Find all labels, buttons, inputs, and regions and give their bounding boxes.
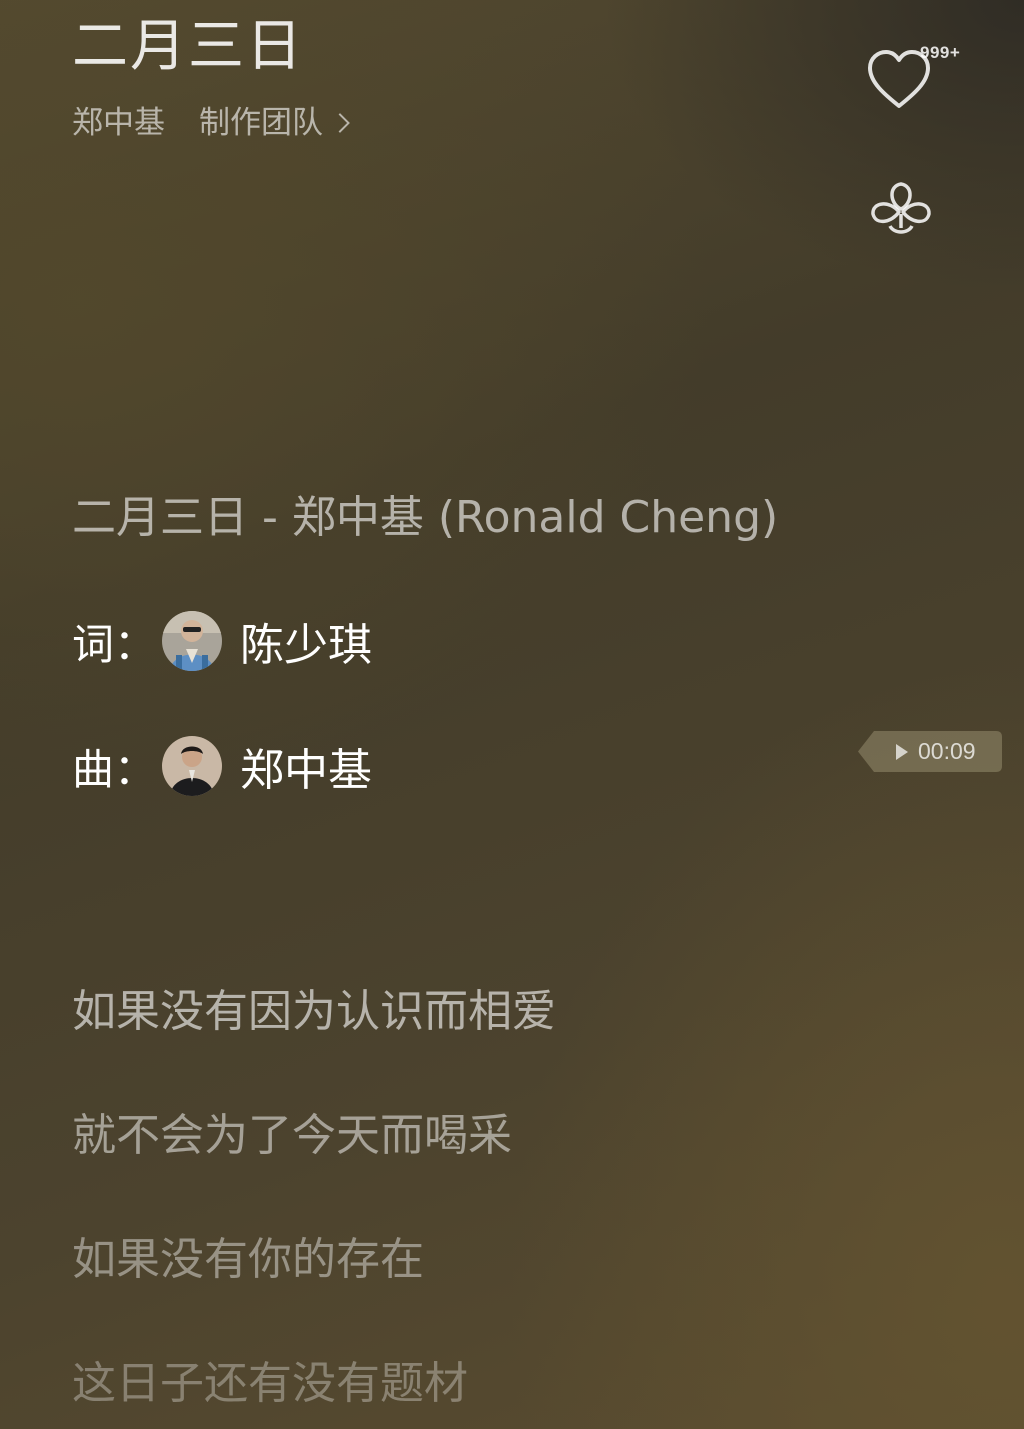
lyricist-name[interactable]: 陈少琪 — [240, 609, 372, 673]
clover-icon — [871, 182, 931, 234]
production-team-link[interactable]: 制作团队 — [199, 103, 323, 143]
composer-name[interactable]: 郑中基 — [240, 734, 372, 798]
play-triangle-icon — [896, 743, 908, 760]
lyricist-label: 词： — [72, 619, 157, 669]
lyric-line[interactable]: 这日子还有没有题材 — [72, 1356, 468, 1412]
like-button[interactable]: 999+ — [864, 40, 974, 120]
lyricist-row: 词： 陈少琪 — [72, 610, 372, 672]
composer-avatar[interactable] — [162, 736, 222, 796]
composer-row: 曲： 郑中基 — [72, 735, 372, 797]
lyric-header-line: 二月三日 - 郑中基 (Ronald Cheng) — [72, 492, 779, 543]
lyric-line[interactable]: 如果没有因为认识而相爱 — [72, 984, 556, 1040]
lyricist-avatar[interactable] — [162, 611, 222, 671]
artist-link[interactable]: 郑中基 — [72, 103, 165, 143]
seek-timestamp: 00:09 — [918, 738, 976, 764]
seek-to-time-button[interactable]: 00:09 — [858, 731, 1002, 772]
lyric-line[interactable]: 如果没有你的存在 — [72, 1232, 424, 1288]
recommend-button[interactable] — [866, 176, 936, 246]
lyric-line[interactable]: 就不会为了今天而喝采 — [72, 1108, 512, 1164]
chevron-right-icon — [330, 113, 350, 133]
like-count: 999+ — [920, 43, 961, 62]
song-title: 二月三日 — [72, 14, 304, 79]
composer-label: 曲： — [72, 744, 157, 794]
artist-row: 郑中基 制作团队 — [72, 103, 350, 143]
